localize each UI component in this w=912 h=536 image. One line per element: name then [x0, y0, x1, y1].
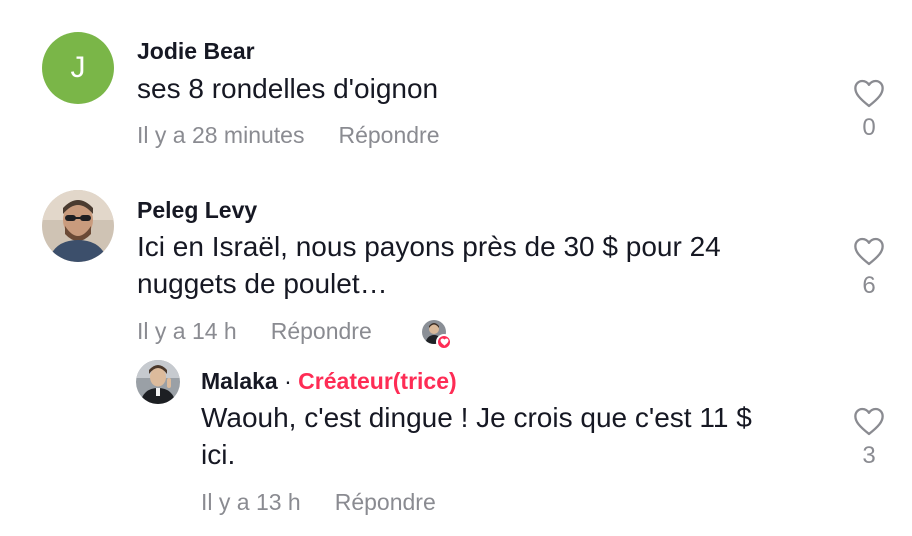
comment-text-line: nuggets de poulet…	[137, 268, 388, 299]
avatar-letter: J	[70, 51, 86, 84]
like-count: 0	[862, 114, 876, 141]
avatar-photo	[42, 190, 114, 262]
comment-time: Il y a 14 h	[137, 318, 237, 344]
creator-liked-indicator	[422, 320, 452, 350]
comment-text: Ici en Israël, nous payons près de 30 $ …	[137, 228, 721, 302]
like-count: 6	[862, 272, 876, 299]
avatar-photo	[136, 360, 180, 404]
like-button[interactable]: 6	[849, 236, 889, 300]
like-button[interactable]: 0	[849, 78, 889, 142]
reply-author[interactable]: Malaka · Créateur(trice)	[201, 368, 457, 395]
comment-time: Il y a 28 minutes	[137, 122, 305, 148]
reply-time: Il y a 13 h	[201, 489, 301, 515]
comment-text-line: Ici en Israël, nous payons près de 30 $ …	[137, 231, 721, 262]
reply-button[interactable]: Répondre	[338, 122, 439, 148]
like-button[interactable]: 3	[849, 406, 889, 470]
reply-text: Waouh, c'est dingue ! Je crois que c'est…	[201, 399, 752, 473]
reply-author-name: Malaka	[201, 368, 278, 394]
reply-button[interactable]: Répondre	[335, 489, 436, 515]
comment-item: Peleg Levy Ici en Israël, nous payons pr…	[0, 170, 912, 360]
avatar[interactable]	[136, 360, 180, 404]
heart-outline-icon	[854, 237, 884, 266]
reply-item: Malaka · Créateur(trice) Waouh, c'est di…	[0, 360, 912, 536]
like-count: 3	[862, 442, 876, 469]
comment-author[interactable]: Peleg Levy	[137, 197, 257, 224]
comment-text: ses 8 rondelles d'oignon	[137, 73, 439, 104]
reply-text-line: Waouh, c'est dingue ! Je crois que c'est…	[201, 402, 752, 433]
reply-button[interactable]: Répondre	[271, 318, 372, 344]
comment-author[interactable]: Jodie Bear	[137, 38, 255, 65]
reply-meta: Il y a 13 h Répondre	[201, 489, 436, 516]
comment-meta: Il y a 14 h Répondre	[137, 318, 372, 345]
author-separator: ·	[284, 368, 292, 394]
comment-item: J Jodie Bear ses 8 rondelles d'oignon Il…	[0, 0, 912, 170]
reply-text-line: ici.	[201, 439, 236, 470]
heart-outline-icon	[854, 407, 884, 436]
heart-badge-icon	[436, 334, 452, 350]
comment-meta: Il y a 28 minutes Répondre	[137, 122, 440, 149]
avatar[interactable]: J	[42, 32, 114, 104]
avatar[interactable]	[42, 190, 114, 262]
creator-badge: Créateur(trice)	[298, 368, 457, 394]
heart-outline-icon	[854, 79, 884, 108]
